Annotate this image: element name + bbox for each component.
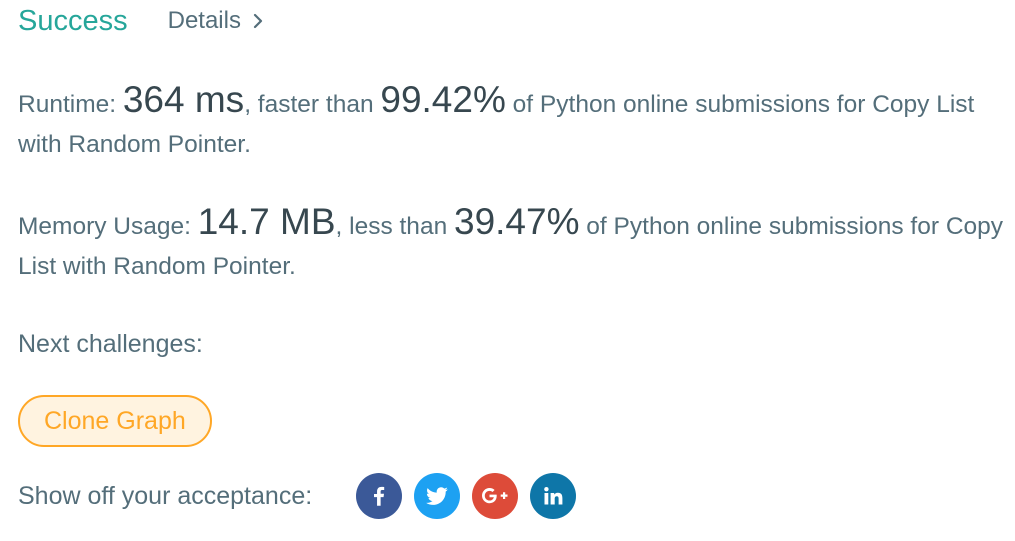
linkedin-icon — [544, 487, 563, 505]
twitter-icon — [426, 487, 449, 505]
twitter-share-button[interactable] — [414, 473, 461, 519]
google-plus-share-button[interactable] — [472, 473, 519, 519]
status-title: Success — [18, 4, 128, 37]
runtime-comparison: , faster than — [244, 91, 381, 118]
memory-percentile: 39.47% — [454, 201, 580, 242]
memory-stat: Memory Usage: 14.7 MB, less than 39.47% … — [18, 202, 1008, 287]
facebook-icon — [374, 486, 385, 506]
runtime-percentile: 99.42% — [380, 79, 506, 120]
linkedin-share-button[interactable] — [530, 473, 577, 519]
next-challenges-label: Next challenges: — [18, 330, 203, 358]
share-icons — [356, 473, 577, 519]
facebook-share-button[interactable] — [356, 473, 403, 519]
share-label: Show off your acceptance: — [18, 481, 313, 510]
result-header: Success Details — [18, 2, 263, 40]
runtime-label: Runtime: — [18, 91, 123, 118]
runtime-stat: Runtime: 364 ms, faster than 99.42% of P… — [18, 80, 1008, 165]
memory-label: Memory Usage: — [18, 213, 198, 240]
memory-comparison: , less than — [335, 213, 454, 240]
chevron-right-icon — [253, 13, 263, 29]
google-plus-icon — [482, 488, 508, 504]
details-link[interactable]: Details — [168, 7, 263, 35]
memory-value: 14.7 MB — [197, 201, 336, 242]
runtime-value: 364 ms — [122, 79, 245, 120]
share-row: Show off your acceptance: — [18, 472, 577, 520]
challenge-clone-graph-button[interactable]: Clone Graph — [18, 395, 212, 447]
details-label: Details — [167, 7, 241, 34]
